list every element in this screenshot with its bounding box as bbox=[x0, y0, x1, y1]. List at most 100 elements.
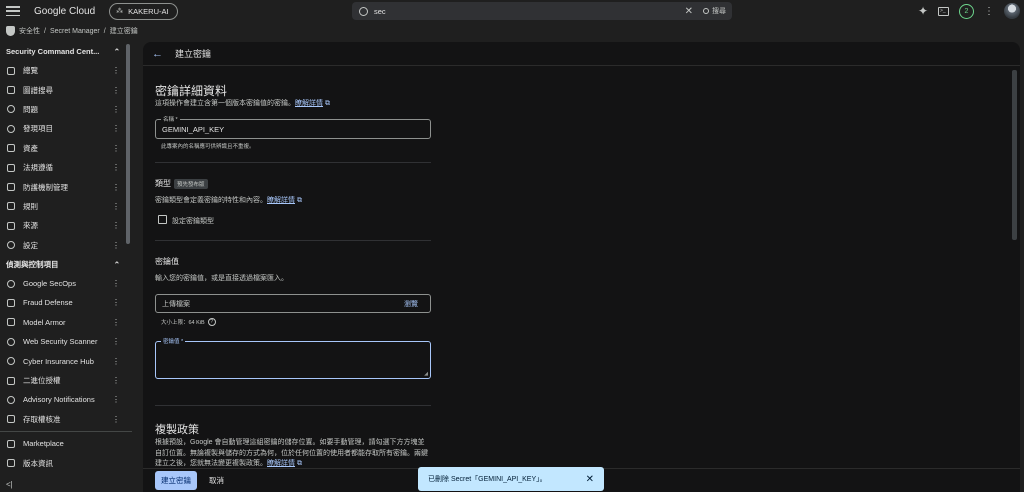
secret-type-checkbox[interactable] bbox=[158, 215, 167, 224]
learn-more-link[interactable]: 瞭解詳情 bbox=[295, 100, 323, 107]
more-icon[interactable]: ⋮ bbox=[112, 415, 120, 424]
cancel-button[interactable]: 取消 bbox=[209, 475, 224, 486]
gemini-sparkle-icon[interactable]: ✦ bbox=[918, 4, 928, 18]
brand-logo[interactable]: Google Cloud bbox=[34, 6, 95, 17]
help-icon[interactable]: ? bbox=[207, 318, 216, 326]
findings-icon bbox=[7, 124, 15, 133]
collapse-sidebar-icon[interactable]: <| bbox=[6, 480, 13, 489]
more-icon[interactable]: ⋮ bbox=[112, 357, 120, 366]
preview-badge: 預先發布版 bbox=[174, 178, 208, 189]
more-icon[interactable]: ⋮ bbox=[112, 105, 120, 114]
more-icon[interactable]: ⋮ bbox=[112, 318, 120, 327]
sidebar-item-release-notes[interactable]: 版本資訊 bbox=[0, 453, 132, 472]
more-icon[interactable]: ⋮ bbox=[112, 86, 120, 95]
browse-button[interactable]: 瀏覽 bbox=[404, 299, 418, 309]
breadcrumb-secret-manager[interactable]: Secret Manager bbox=[50, 28, 100, 35]
sidebar-item-settings[interactable]: 設定 ⋮ bbox=[0, 236, 132, 255]
sidebar-item-web-security-scanner[interactable]: Web Security Scanner ⋮ bbox=[0, 332, 132, 351]
sidebar-item-guardrails[interactable]: 防護機制管理 ⋮ bbox=[0, 177, 132, 196]
back-arrow-icon[interactable]: ← bbox=[152, 48, 163, 60]
breadcrumb-security[interactable]: 安全性 bbox=[19, 26, 40, 36]
insurance-icon bbox=[7, 357, 15, 366]
divider bbox=[155, 405, 431, 406]
clear-search-icon[interactable]: ✕ bbox=[685, 6, 693, 17]
close-icon[interactable]: ✕ bbox=[586, 474, 594, 485]
learn-more-link[interactable]: 瞭解詳情 bbox=[267, 197, 295, 204]
more-icon[interactable]: ⋮ bbox=[112, 395, 120, 404]
sidebar-item-findings[interactable]: 發現項目 ⋮ bbox=[0, 119, 132, 138]
sidebar-item-assets[interactable]: 資產 ⋮ bbox=[0, 139, 132, 158]
secret-type-checkbox-label[interactable]: 設定密鑰類型 bbox=[172, 216, 214, 226]
project-icon: ⁂ bbox=[116, 8, 124, 15]
sidebar-item-label: 發現項目 bbox=[23, 124, 53, 134]
more-icon[interactable]: ⋮ bbox=[112, 66, 120, 75]
search-input[interactable] bbox=[374, 6, 685, 16]
type-heading: 類型 bbox=[155, 179, 171, 188]
search-bar[interactable]: ✕ 搜尋 bbox=[352, 2, 732, 20]
sidebar-item-issues[interactable]: 問題 ⋮ bbox=[0, 100, 132, 119]
more-icon[interactable]: ⋮ bbox=[112, 298, 120, 307]
content-scrollbar[interactable] bbox=[1012, 70, 1017, 240]
secret-value-label: 密鑰值 * bbox=[161, 337, 186, 345]
sidebar-item-sources[interactable]: 來源 ⋮ bbox=[0, 216, 132, 235]
more-icon[interactable]: ⋮ bbox=[112, 279, 120, 288]
sidebar-group-scc[interactable]: Security Command Cent... ⌃ bbox=[0, 42, 132, 61]
sidebar-item-overview[interactable]: 總覽 ⋮ bbox=[0, 61, 132, 80]
sidebar-item-compliance[interactable]: 法規遵循 ⋮ bbox=[0, 158, 132, 177]
chevron-up-icon: ⌃ bbox=[113, 259, 120, 269]
more-icon[interactable]: ⋮ bbox=[112, 337, 120, 346]
search-button-icon bbox=[703, 8, 709, 14]
shield-icon bbox=[6, 26, 15, 36]
page-title: 建立密鑰 bbox=[175, 49, 212, 59]
main-panel: ← 建立密鑰 密鑰詳細資料 這項操作會建立含第一個版本密鑰值的密鑰。瞭解詳情 ⧉… bbox=[143, 42, 1020, 492]
sidebar-item-cyber-insurance-hub[interactable]: Cyber Insurance Hub ⋮ bbox=[0, 351, 132, 370]
name-field[interactable]: 名稱 * GEMINI_API_KEY bbox=[155, 115, 431, 139]
more-icon[interactable]: ⋮ bbox=[112, 144, 120, 153]
more-icon[interactable]: ⋮ bbox=[112, 241, 120, 250]
more-icon[interactable]: ⋮ bbox=[112, 124, 120, 133]
top-actions: ✦ >_ 2 ⋮ bbox=[918, 2, 1020, 20]
secret-value-textarea[interactable]: 密鑰值 * ◢ bbox=[155, 337, 431, 379]
marketplace-icon bbox=[7, 439, 15, 448]
sidebar-item-rules[interactable]: 規則 ⋮ bbox=[0, 197, 132, 216]
cloud-shell-icon[interactable]: >_ bbox=[938, 6, 949, 16]
type-description: 密鑰類型會定義密鑰的特性和內容。瞭解詳情 ⧉ bbox=[155, 195, 302, 205]
sidebar-item-graph-search[interactable]: 圖譜搜尋 ⋮ bbox=[0, 80, 132, 99]
snackbar-message: 已刪除 Secret「GEMINI_API_KEY」。 bbox=[428, 476, 547, 483]
more-icon[interactable]: ⋮ bbox=[112, 183, 120, 192]
value-heading: 密鑰值 bbox=[155, 257, 179, 266]
sidebar-scrollbar[interactable] bbox=[126, 44, 130, 244]
more-options-icon[interactable]: ⋮ bbox=[984, 6, 994, 17]
upload-file-field[interactable]: 上傳檔案 瀏覽 bbox=[155, 294, 431, 313]
create-secret-button[interactable]: 建立密鑰 bbox=[155, 471, 197, 490]
sidebar-item-label: 圖譜搜尋 bbox=[23, 85, 53, 95]
more-icon[interactable]: ⋮ bbox=[112, 221, 120, 230]
rules-icon bbox=[7, 202, 15, 211]
sidebar-item-binary-authorization[interactable]: 二進位授權 ⋮ bbox=[0, 371, 132, 390]
issue-icon bbox=[7, 105, 15, 114]
approval-icon bbox=[7, 415, 15, 424]
sidebar-item-advisory-notifications[interactable]: Advisory Notifications ⋮ bbox=[0, 390, 132, 409]
gear-icon bbox=[7, 241, 15, 250]
sidebar-item-access-approval[interactable]: 存取權核准 ⋮ bbox=[0, 410, 132, 429]
avatar[interactable] bbox=[1004, 3, 1020, 19]
learn-more-link[interactable]: 瞭解詳情 bbox=[267, 460, 295, 467]
more-icon[interactable]: ⋮ bbox=[112, 202, 120, 211]
sidebar-group-detection[interactable]: 偵測與控制項目 ⌃ bbox=[0, 255, 132, 274]
sidebar-item-fraud-defense[interactable]: Fraud Defense ⋮ bbox=[0, 293, 132, 312]
menu-icon[interactable] bbox=[6, 6, 20, 16]
sidebar-item-marketplace[interactable]: Marketplace bbox=[0, 434, 132, 453]
sidebar-item-label: Google SecOps bbox=[23, 279, 76, 289]
notifications-badge[interactable]: 2 bbox=[959, 3, 974, 19]
resize-handle-icon[interactable]: ◢ bbox=[424, 371, 428, 377]
sidebar-item-model-armor[interactable]: Model Armor ⋮ bbox=[0, 313, 132, 332]
search-button[interactable]: 搜尋 bbox=[703, 6, 726, 16]
more-icon[interactable]: ⋮ bbox=[112, 163, 120, 172]
breadcrumb-separator: / bbox=[103, 27, 106, 35]
more-icon[interactable]: ⋮ bbox=[112, 376, 120, 385]
project-picker[interactable]: ⁂ KAKERU-AI bbox=[109, 2, 178, 20]
compliance-icon bbox=[7, 163, 15, 172]
external-link-icon: ⧉ bbox=[323, 100, 330, 107]
sidebar-item-secops[interactable]: Google SecOps ⋮ bbox=[0, 274, 132, 293]
replication-description: 根據預設，Google 會自動管理這組密鑰的儲存位置。如要手動管理，請勾選下方方… bbox=[155, 438, 431, 470]
